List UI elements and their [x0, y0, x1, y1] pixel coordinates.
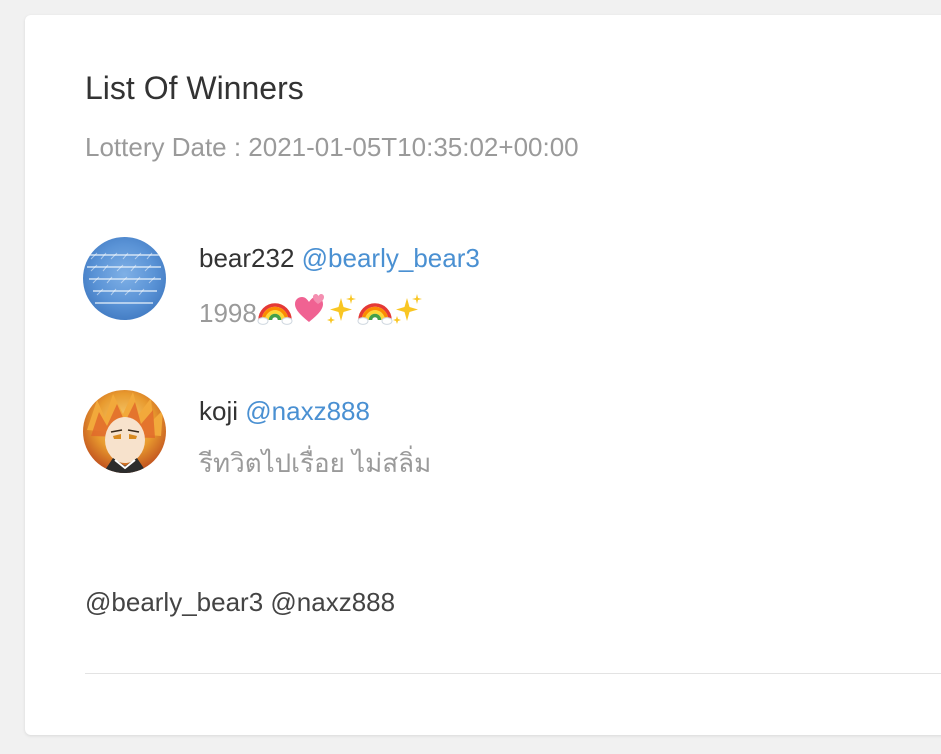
- two-hearts-icon: [294, 294, 324, 322]
- winner-name-line: bear232 @bearly_bear3: [199, 243, 480, 274]
- lottery-date: Lottery Date : 2021-01-05T10:35:02+00:00: [85, 132, 579, 162]
- winner-name-line: koji @naxz888: [199, 396, 370, 427]
- winner-handle-link[interactable]: @naxz888: [245, 396, 370, 426]
- winner-text-value: รีทวิตไปเรื่อย ไม่สลิ่ม: [199, 448, 432, 478]
- avatar[interactable]: [83, 390, 166, 473]
- emoji-run: [257, 290, 425, 333]
- winner-handle-link[interactable]: @bearly_bear3: [302, 243, 480, 273]
- sparkles-icon: [392, 294, 422, 324]
- sparkles-icon: [326, 294, 356, 324]
- page-title: List Of Winners: [85, 70, 304, 106]
- divider: [85, 673, 941, 674]
- winner-mentions: @bearly_bear3 @naxz888: [85, 587, 396, 617]
- winners-card: List Of Winners Lottery Date : 2021-01-0…: [25, 15, 941, 735]
- winner-name: bear232: [199, 243, 295, 273]
- rainbow-icon: [257, 303, 293, 325]
- winner-name: koji: [199, 396, 239, 426]
- rainbow-icon: [357, 303, 393, 325]
- avatar-image: [83, 237, 166, 320]
- emoji-icons: [257, 294, 422, 325]
- avatar[interactable]: [83, 237, 166, 320]
- avatar-image: [83, 390, 166, 473]
- winner-text: รีทวิตไปเรื่อย ไม่สลิ่ม: [199, 443, 431, 484]
- winner-text-value: 1998: [199, 298, 257, 328]
- winner-text: 1998: [199, 290, 425, 333]
